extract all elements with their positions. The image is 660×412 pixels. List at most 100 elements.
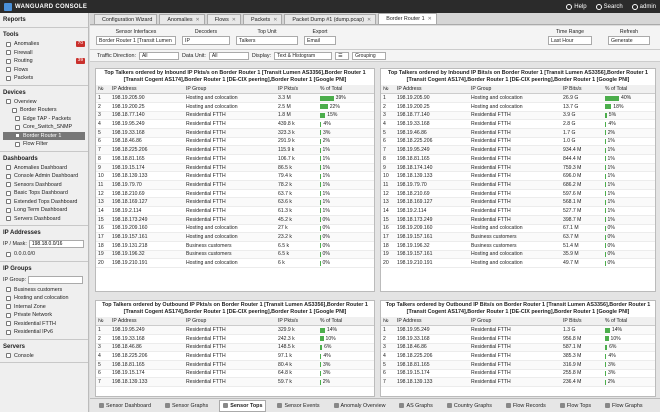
search-button[interactable]: Search — [595, 3, 623, 10]
table-row[interactable]: 8 198.18.81.165 Residential FTTH 106.7 k 1% — [96, 154, 374, 164]
close-icon[interactable]: ✕ — [428, 16, 432, 22]
table-row[interactable]: 20 198.19.210.191 Hosting and colocation 6 … — [96, 258, 374, 268]
column-header[interactable]: % of Total — [318, 317, 374, 327]
table-row[interactable]: 5 198.18.81.165 Residential FTTH 80.4 k 3% — [96, 360, 374, 370]
tools-item-firewall[interactable]: Firewall — [3, 49, 85, 58]
table-row[interactable]: 7 198.19.95.249 Residential FTTH 934.4 M 1% — [381, 145, 655, 155]
tab-item[interactable]: Configuration Wizard — [94, 14, 158, 24]
sensor-tab[interactable]: Country Graphs — [444, 401, 495, 411]
column-header[interactable]: % of Total — [603, 317, 655, 327]
dashboard-item[interactable]: Anomalies Dashboard — [3, 164, 85, 173]
table-row[interactable]: 16 198.19.209.160 Hosting and colocation 67… — [381, 224, 655, 234]
time-range-select[interactable]: Last Hour — [548, 36, 592, 45]
table-row[interactable]: 1 198.19.95.249 Residential FTTH 1.3 G 14% — [381, 325, 655, 335]
table-row[interactable]: 15 198.18.173.249 Residential FTTH 45.2 k 0% — [96, 215, 374, 225]
table-row[interactable]: 5 198.18.81.165 Residential FTTH 316.9 M 3% — [381, 360, 655, 370]
tools-item-flows[interactable]: Flows — [3, 66, 85, 75]
table-row[interactable]: 12 198.18.210.69 Residential FTTH 63.7 k 1% — [96, 189, 374, 199]
column-header[interactable]: IP Group — [469, 85, 561, 95]
column-header[interactable]: № — [96, 317, 110, 327]
table-row[interactable]: 4 198.18.225.206 Residential FTTH 97.1 k 4% — [96, 351, 374, 361]
column-header[interactable]: IP Group — [469, 317, 561, 327]
tools-header[interactable]: Tools — [3, 30, 85, 40]
tab-item[interactable]: Packets ✕ — [243, 14, 283, 24]
tab-item[interactable]: Packet Dump #1 (dump.pcap) ✕ — [284, 14, 377, 24]
table-row[interactable]: 19 198.19.196.32 Business customers 6.5 k 0% — [96, 250, 374, 260]
ip-group-item[interactable]: Residential IPv6 — [3, 328, 85, 337]
column-header[interactable]: IP Pkts/s — [276, 85, 318, 95]
device-item[interactable]: Border Router 1 — [3, 131, 85, 140]
generate-button[interactable]: Generate — [608, 36, 650, 45]
column-header[interactable]: IP Group — [184, 85, 276, 95]
ip-groups-header[interactable]: IP Groups — [3, 264, 85, 274]
close-icon[interactable]: ✕ — [196, 17, 200, 23]
table-row[interactable]: 4 198.18.225.206 Residential FTTH 385.3 M 4% — [381, 351, 655, 361]
dashboard-item[interactable]: Servers Dashboard — [3, 215, 85, 224]
table-row[interactable]: 2 198.19.33.168 Residential FTTH 242.3 k 10% — [96, 334, 374, 344]
table-row[interactable]: 4 198.19.33.168 Residential FTTH 2.8 G 4% — [381, 119, 655, 129]
traffic-direction-select[interactable]: All — [138, 51, 179, 60]
sensor-interfaces-select[interactable]: Border Router 1 [Transit Lumen — [96, 36, 176, 45]
user-menu[interactable]: admin — [631, 3, 656, 10]
tab-item[interactable]: Border Router 1 ✕ — [378, 13, 437, 24]
close-icon[interactable]: ✕ — [367, 17, 371, 23]
table-row[interactable]: 4 198.19.95.249 Residential FTTH 439.8 k 4% — [96, 119, 374, 129]
ip-group-input[interactable] — [27, 275, 83, 284]
table-row[interactable]: 12 198.18.210.69 Residential FTTH 597.6 M 1% — [381, 189, 655, 199]
table-row[interactable]: 20 198.19.210.191 Hosting and colocation 49… — [381, 258, 655, 268]
dashboard-item[interactable]: Long Term Dashboard — [3, 206, 85, 215]
columns-button[interactable]: ☰ — [335, 51, 350, 60]
reports-header[interactable]: Reports — [3, 15, 85, 25]
table-row[interactable]: 5 198.19.46.86 Residential FTTH 1.7 G 2% — [381, 128, 655, 138]
column-header[interactable]: % of Total — [318, 85, 374, 95]
table-row[interactable]: 13 198.18.169.127 Residential FTTH 568.1 M 1… — [381, 197, 655, 208]
table-row[interactable]: 3 198.18.46.86 Residential FTTH 587.1 M 6% — [381, 343, 655, 353]
table-row[interactable]: 2 198.19.200.25 Hosting and colocation 2.5 … — [96, 102, 374, 112]
table-row[interactable]: 17 198.19.157.161 Business customers 63.7 M… — [381, 232, 655, 242]
servers-header[interactable]: Servers — [3, 342, 85, 352]
table-row[interactable]: 5 198.19.33.168 Residential FTTH 323.3 k 3% — [96, 128, 374, 138]
column-header[interactable]: № — [381, 317, 395, 327]
column-header[interactable]: IP Address — [395, 317, 469, 327]
tools-item-anomalies[interactable]: Anomalies 70 — [3, 40, 85, 49]
export-email-button[interactable]: Email — [304, 36, 336, 45]
ip-group-item[interactable]: Business customers — [3, 286, 85, 295]
table-row[interactable]: 18 198.19.196.32 Business customers 51.4 M 0… — [381, 241, 655, 251]
device-item[interactable]: Core_Switch_SNMP — [3, 123, 85, 132]
column-header[interactable]: % of Total — [603, 85, 655, 95]
column-header[interactable]: IP Address — [110, 85, 184, 95]
ip-tree-root[interactable]: 0.0.0.0/0 — [3, 250, 85, 259]
table-row[interactable]: 8 198.18.81.165 Residential FTTH 844.4 M 1% — [381, 154, 655, 164]
tab-item[interactable]: Anomalies ✕ — [159, 14, 205, 24]
sensor-tab[interactable]: Flow Tops — [557, 401, 594, 411]
table-row[interactable]: 7 198.18.139.133 Residential FTTH 59.7 k 2% — [96, 377, 374, 387]
table-row[interactable]: 6 198.18.46.86 Residential FTTH 291.9 k 2% — [96, 137, 374, 147]
ip-group-item[interactable]: Private Network — [3, 311, 85, 320]
table-row[interactable]: 3 198.18.77.140 Residential FTTH 3.9 G 5% — [381, 111, 655, 121]
table-row[interactable]: 18 198.19.131.218 Business customers 6.5 k 0… — [96, 241, 374, 251]
sensor-tab[interactable]: AS Graphs — [396, 401, 435, 411]
ip-addresses-header[interactable]: IP Addresses — [3, 228, 85, 238]
data-unit-select[interactable]: All — [208, 51, 249, 60]
ip-group-item[interactable]: Residential FTTH — [3, 320, 85, 329]
sensor-tab[interactable]: Anomaly Overview — [331, 401, 389, 411]
table-row[interactable]: 14 198.19.2.114 Residential FTTH 527.7 M 1% — [381, 206, 655, 216]
ip-mask-input[interactable] — [28, 240, 84, 248]
close-icon[interactable]: ✕ — [273, 17, 277, 23]
devices-overview[interactable]: Overview — [3, 98, 85, 107]
display-select[interactable]: Text & Histogram — [274, 51, 333, 60]
table-row[interactable]: 17 198.19.157.161 Hosting and colocation 23… — [96, 232, 374, 242]
table-row[interactable]: 3 198.18.46.86 Residential FTTH 148.5 k 6% — [96, 343, 374, 353]
tools-item-packets[interactable]: Packets — [3, 74, 85, 83]
column-header[interactable]: IP Pkts/s — [276, 317, 318, 327]
sensor-tab[interactable]: Sensor Events — [274, 401, 322, 411]
table-row[interactable]: 13 198.18.169.127 Residential FTTH 63.6 k 1% — [96, 197, 374, 208]
device-item[interactable]: Flow Filter — [3, 140, 85, 149]
column-header[interactable]: IP Bits/s — [561, 317, 603, 327]
sensor-tab[interactable]: Flow Records — [503, 401, 549, 411]
column-header[interactable]: № — [381, 85, 395, 95]
column-header[interactable]: IP Address — [395, 85, 469, 95]
column-header[interactable]: IP Address — [110, 317, 184, 327]
ip-group-item[interactable]: Hosting and colocation — [3, 294, 85, 303]
column-header[interactable]: IP Group — [184, 317, 276, 327]
